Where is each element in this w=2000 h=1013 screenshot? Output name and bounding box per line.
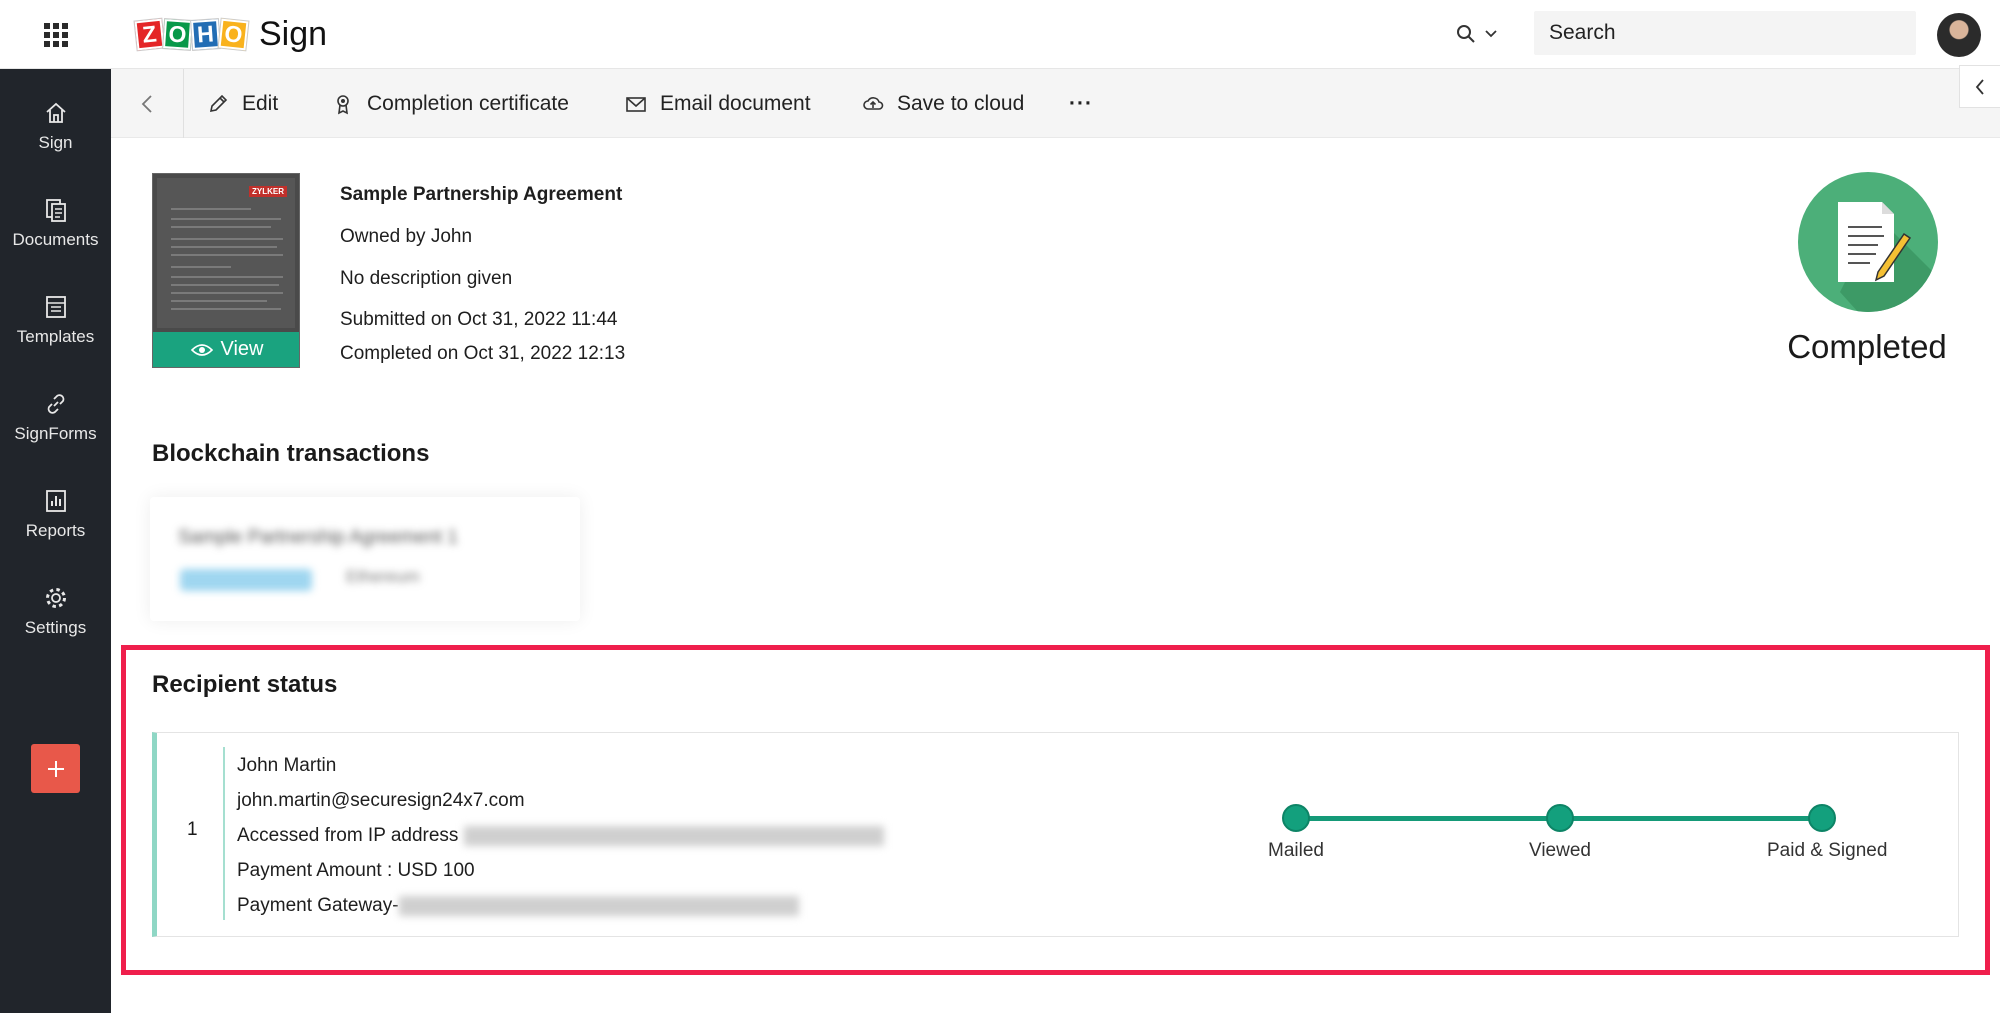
sidebar-item-label: Settings	[24, 617, 87, 637]
chevron-down-icon	[1485, 30, 1497, 38]
save-cloud-label: Save to cloud	[897, 91, 1025, 115]
step-label-viewed: Viewed	[1529, 840, 1591, 861]
payment-amount: Payment Amount : USD 100	[237, 860, 475, 881]
certificate-label: Completion certificate	[367, 91, 569, 115]
edit-label: Edit	[242, 91, 279, 115]
ip-label: Accessed from IP address	[237, 825, 459, 846]
blockchain-transaction-card[interactable]: Sample Partnership Agreement 1 Ethereum	[150, 497, 580, 621]
sidebar-item-label: Sign	[38, 132, 73, 152]
completed-document-icon	[1798, 172, 1938, 312]
more-options-button[interactable]: ···	[1069, 69, 1093, 138]
recipient-email: john.martin@securesign24x7.com	[237, 790, 525, 811]
envelope-icon	[626, 96, 646, 112]
sidebar-item-reports[interactable]: Reports	[0, 469, 111, 559]
status-label: Completed	[1787, 328, 1947, 365]
chevron-left-icon	[141, 94, 152, 113]
payment-gateway-label: Payment Gateway-	[237, 895, 399, 916]
payment-gateway: Payment Gateway-	[237, 895, 799, 917]
step-dot-paid-signed	[1808, 804, 1836, 832]
search-input[interactable]	[1534, 11, 1916, 55]
avatar[interactable]	[1937, 13, 1981, 57]
document-thumbnail[interactable]: ZYLKER View	[152, 173, 300, 368]
completed-date: Completed on Oct 31, 2022 12:13	[340, 343, 626, 364]
gear-icon	[45, 587, 66, 608]
save-to-cloud-button[interactable]: Save to cloud	[862, 69, 1024, 138]
chevron-left-icon	[1975, 78, 1984, 95]
eye-icon	[190, 343, 213, 356]
more-icon: ···	[1069, 91, 1093, 115]
recipient-progress-tracker: Mailed Viewed Paid & Signed	[1262, 800, 1887, 861]
search-scope-dropdown[interactable]	[1456, 18, 1508, 50]
step-dot-viewed	[1546, 804, 1574, 832]
plus-icon	[47, 760, 64, 777]
email-label: Email document	[660, 91, 811, 115]
thumbnail-brand: ZYLKER	[249, 186, 287, 197]
step-label-mailed: Mailed	[1268, 840, 1324, 861]
back-button[interactable]	[111, 69, 184, 138]
submitted-date: Submitted on Oct 31, 2022 11:44	[340, 309, 618, 330]
link-icon	[47, 393, 64, 414]
reports-icon	[45, 489, 66, 512]
blockchain-network: Ethereum	[346, 567, 420, 586]
recipient-index: 1	[187, 819, 198, 840]
view-document-button[interactable]: View	[153, 332, 299, 367]
sidebar-item-documents[interactable]: Documents	[0, 178, 111, 268]
step-dot-mailed	[1282, 804, 1310, 832]
sidebar-item-label: Templates	[16, 326, 95, 346]
sidebar-item-settings[interactable]: Settings	[0, 566, 111, 656]
home-icon	[45, 102, 66, 123]
blockchain-section-title: Blockchain transactions	[152, 440, 430, 467]
documents-icon	[45, 198, 66, 222]
recipient-ip: Accessed from IP address	[237, 825, 885, 847]
step-label-paid-signed: Paid & Signed	[1767, 840, 1888, 861]
collapse-panel-button[interactable]	[1959, 65, 2000, 108]
top-bar: Z O H O Sign	[0, 0, 2000, 69]
sidebar: Sign Documents Templates SignForms Repor…	[0, 69, 111, 1013]
divider	[223, 747, 225, 920]
zoho-logo-icon: Z O H O	[134, 18, 249, 50]
zoho-sign-logo[interactable]: Z O H O Sign	[134, 12, 328, 56]
document-owner: Owned by John	[340, 226, 473, 247]
sidebar-item-templates[interactable]: Templates	[0, 275, 111, 365]
app-name: Sign	[259, 14, 328, 53]
email-document-button[interactable]: Email document	[625, 69, 811, 138]
document-preview: ZYLKER	[157, 178, 295, 328]
recipient-status-title: Recipient status	[152, 671, 338, 698]
certificate-icon	[337, 94, 349, 114]
sidebar-item-label: Documents	[12, 229, 99, 249]
sidebar-item-signforms[interactable]: SignForms	[0, 372, 111, 462]
document-toolbar: Edit Completion certificate Email docume…	[111, 69, 2000, 138]
sidebar-item-sign[interactable]: Sign	[0, 81, 111, 171]
cloud-upload-icon	[863, 96, 884, 110]
search-icon	[1457, 25, 1475, 43]
sidebar-item-label: SignForms	[14, 423, 97, 443]
document-title: Sample Partnership Agreement	[340, 184, 623, 205]
blockchain-card-title: Sample Partnership Agreement 1	[178, 527, 458, 548]
document-description: No description given	[340, 268, 513, 289]
templates-icon	[45, 295, 66, 318]
add-button[interactable]	[31, 744, 80, 793]
edit-button[interactable]: Edit	[207, 69, 278, 138]
view-label: View	[220, 338, 264, 360]
blockchain-hash-badge	[180, 569, 312, 591]
completion-certificate-button[interactable]: Completion certificate	[332, 69, 569, 138]
sidebar-item-label: Reports	[25, 520, 86, 540]
pencil-icon	[209, 94, 228, 112]
redacted-gateway	[398, 895, 799, 916]
redacted-ip	[464, 825, 885, 846]
recipient-name: John Martin	[237, 755, 337, 776]
app-grid-icon[interactable]	[0, 0, 111, 69]
